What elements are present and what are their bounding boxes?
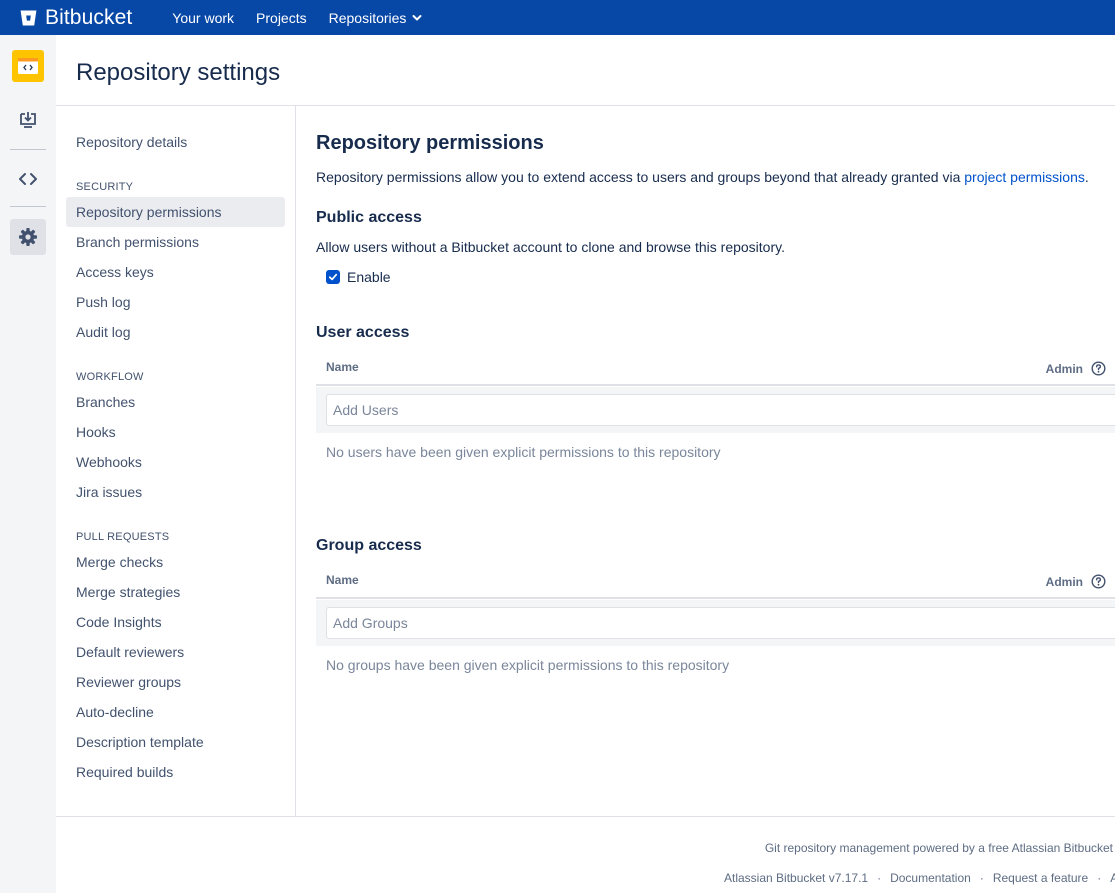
nav-heading-pull-requests: PULL REQUESTS (76, 531, 170, 543)
intro-text-body: Repository permissions allow you to exte… (316, 169, 965, 185)
nav-heading-security: SECURITY (76, 181, 134, 193)
footer: Git repository management powered by a f… (56, 816, 1115, 893)
repository-avatar[interactable] (12, 50, 44, 82)
footer-separator: · (1097, 871, 1102, 885)
sidebar-divider (10, 206, 46, 207)
group-name-column: Name (326, 573, 359, 587)
nav-merge-strategies[interactable]: Merge strategies (66, 577, 285, 607)
footer-links: Atlassian Bitbucket v7.17.1 · Documentat… (724, 871, 1115, 885)
nav-webhooks[interactable]: Webhooks (66, 447, 285, 477)
nav-repositories-label: Repositories (328, 9, 407, 26)
top-navigation: Bitbucket Your work Projects Repositorie… (0, 0, 1115, 35)
nav-reviewer-groups[interactable]: Reviewer groups (66, 667, 285, 697)
nav-hooks[interactable]: Hooks (66, 417, 285, 447)
footer-separator: · (979, 871, 984, 885)
nav-code-insights[interactable]: Code Insights (66, 607, 285, 637)
user-admin-column-label: Admin (1045, 361, 1083, 376)
enable-public-access[interactable]: Enable (326, 269, 391, 285)
footer-separator: · (877, 871, 882, 885)
source-code-icon (19, 173, 37, 185)
public-access-title: Public access (316, 209, 422, 226)
nav-heading-workflow: WORKFLOW (76, 371, 144, 383)
main-content: Repository permissions Repository permis… (316, 106, 1115, 816)
nav-push-log[interactable]: Push log (66, 287, 285, 317)
intro-text: Repository permissions allow you to exte… (316, 169, 1089, 185)
nav-your-work-label: Your work (172, 9, 235, 26)
nav-branch-permissions[interactable]: Branch permissions (66, 227, 285, 257)
footer-powered-by: Git repository management powered by a f… (764, 841, 1113, 855)
nav-merge-checks[interactable]: Merge checks (66, 547, 285, 577)
group-access-title: Group access (316, 537, 422, 554)
add-groups-input[interactable] (326, 607, 1115, 639)
intro-text-end: . (1084, 169, 1089, 185)
nav-jira-issues[interactable]: Jira issues (66, 477, 285, 507)
nav-description-template[interactable]: Description template (66, 727, 285, 757)
user-access-title: User access (316, 324, 410, 341)
chevron-down-icon (412, 14, 422, 20)
brand[interactable]: Bitbucket (20, 6, 132, 30)
nav-access-keys[interactable]: Access keys (66, 257, 285, 287)
nav-auto-decline[interactable]: Auto-decline (66, 697, 285, 727)
project-permissions-link[interactable]: project permissions (964, 169, 1085, 185)
checkmark-icon (328, 273, 338, 281)
footer-request-feature-link[interactable]: Request a feature (993, 871, 1088, 885)
group-admin-column: Admin (1046, 574, 1106, 589)
nav-your-work[interactable]: Your work (172, 10, 234, 26)
brand-name: Bitbucket (45, 5, 133, 29)
repository-sidebar (0, 35, 56, 893)
section-title: Repository permissions (316, 132, 544, 154)
groups-empty-message: No groups have been given explicit permi… (326, 657, 730, 673)
user-name-column: Name (326, 360, 359, 374)
bitbucket-logo-icon (20, 10, 37, 25)
nav-default-reviewers[interactable]: Default reviewers (66, 637, 285, 667)
settings-gear-icon (19, 228, 37, 246)
enable-checkbox[interactable] (326, 270, 340, 284)
nav-branches[interactable]: Branches (66, 387, 285, 417)
add-groups-row (316, 600, 1115, 646)
nav-audit-log[interactable]: Audit log (66, 317, 285, 347)
group-admin-column-label: Admin (1045, 574, 1083, 589)
add-users-row (316, 387, 1115, 433)
user-access-table-header: Name Admin (316, 354, 1115, 386)
settings-navigation: Repository details SECURITY Repository p… (56, 106, 296, 816)
nav-repository-permissions[interactable]: Repository permissions (66, 197, 285, 227)
repository-icon (18, 58, 38, 74)
nav-projects-label: Projects (256, 9, 307, 26)
clone-icon (20, 112, 36, 128)
group-access-table-header: Name Admin (316, 567, 1115, 599)
footer-truncated-link[interactable]: A (1110, 871, 1115, 885)
user-admin-column: Admin (1046, 361, 1106, 376)
public-access-description: Allow users without a Bitbucket account … (316, 239, 785, 255)
footer-documentation-link[interactable]: Documentation (890, 871, 971, 885)
nav-projects[interactable]: Projects (256, 10, 307, 26)
add-users-input[interactable] (326, 394, 1115, 426)
nav-required-builds[interactable]: Required builds (66, 757, 285, 787)
page-title: Repository settings (76, 59, 281, 86)
nav-repositories[interactable]: Repositories (329, 10, 423, 26)
sidebar-divider (10, 149, 46, 150)
users-empty-message: No users have been given explicit permis… (326, 444, 721, 460)
help-icon[interactable] (1091, 574, 1106, 589)
help-icon[interactable] (1091, 361, 1106, 376)
enable-label: Enable (347, 269, 391, 285)
clone-button[interactable] (10, 102, 46, 138)
footer-version: Atlassian Bitbucket v7.17.1 (724, 871, 869, 885)
source-button[interactable] (10, 161, 46, 197)
settings-button[interactable] (10, 219, 46, 255)
page-header: Repository settings (56, 35, 1115, 106)
nav-repository-details[interactable]: Repository details (66, 127, 285, 157)
